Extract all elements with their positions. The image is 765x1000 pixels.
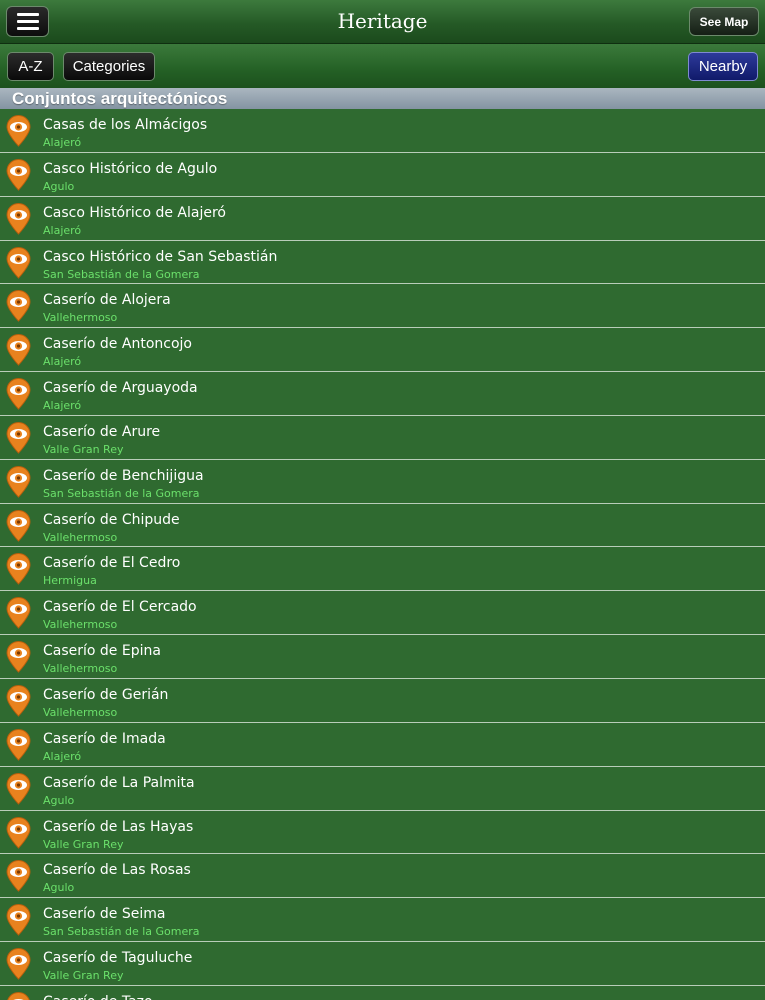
- eye-map-pin-icon: [5, 991, 32, 1000]
- list-item-subtitle: Alajeró: [43, 136, 82, 149]
- list-item-subtitle: San Sebastián de la Gomera: [43, 925, 200, 939]
- section-header: Conjuntos arquitectónicos: [0, 88, 765, 109]
- eye-map-pin-icon: [5, 816, 32, 849]
- list-item-subtitle: Alajeró: [43, 355, 82, 369]
- list-item-subtitle: Valle Gran Rey: [43, 837, 124, 851]
- list-item[interactable]: Caserío de Taguluche Valle Gran Rey: [0, 942, 765, 986]
- list-item-title: Casas de los Almácigos: [43, 117, 208, 133]
- list-item-title: Caserío de Alojera: [43, 292, 171, 309]
- list-item[interactable]: Caserío de Gerián Vallehermoso: [0, 678, 765, 723]
- filter-toolbar: A-Z Categories Nearby: [0, 44, 765, 88]
- list-item[interactable]: Casas de los Almácigos Alajeró: [0, 109, 765, 153]
- list-item-subtitle: Vallehermoso: [43, 530, 118, 544]
- eye-map-pin-icon: [5, 509, 32, 542]
- eye-map-pin-icon: [5, 115, 32, 147]
- list-item[interactable]: Caserío de Antoncojo Alajeró: [0, 328, 765, 373]
- page-title: Heritage: [337, 9, 428, 33]
- eye-map-pin-icon: [5, 728, 32, 761]
- list-item-title: Casco Histórico de San Sebastián: [43, 248, 278, 265]
- list-item-subtitle: Alajeró: [43, 223, 82, 237]
- list-item-subtitle: Alajeró: [43, 399, 82, 413]
- list-item[interactable]: Caserío de Seima San Sebastián de la Gome…: [0, 898, 765, 943]
- list-item[interactable]: Caserío de Las Hayas Valle Gran Rey: [0, 810, 765, 855]
- list-item[interactable]: Casco Histórico de Alajeró Alajeró: [0, 196, 765, 241]
- list-item-title: Caserío de Arguayoda: [43, 380, 198, 397]
- list-item[interactable]: Caserío de Benchijigua San Sebastián de l…: [0, 459, 765, 504]
- eye-map-pin-icon: [5, 772, 32, 805]
- list-item[interactable]: Caserío de Las Rosas Agulo: [0, 854, 765, 899]
- list-item-subtitle: San Sebastián de la Gomera: [43, 267, 200, 281]
- list-item-title: Caserío de Gerián: [43, 686, 169, 703]
- list-item[interactable]: Caserío de El Cercado Vallehermoso: [0, 591, 765, 636]
- list-item-title: Caserío de Imada: [43, 730, 166, 747]
- list-item[interactable]: Caserío de La Palmita Agulo: [0, 766, 765, 811]
- list-item-title: Caserío de Antoncojo: [43, 336, 192, 353]
- list-item-subtitle: Vallehermoso: [43, 662, 118, 676]
- nearby-button[interactable]: Nearby: [688, 52, 758, 81]
- categories-button[interactable]: Categories: [63, 52, 155, 81]
- list-item-subtitle: Valle Gran Rey: [43, 969, 124, 983]
- list-item-title: Caserío de El Cedro: [43, 555, 181, 572]
- list-item-title: Caserío de Las Rosas: [43, 862, 191, 879]
- list-item-subtitle: Vallehermoso: [43, 705, 118, 719]
- list-item-subtitle: San Sebastián de la Gomera: [43, 486, 200, 500]
- list-item[interactable]: Caserío de Epina Vallehermoso: [0, 635, 765, 679]
- list-item-subtitle: Vallehermoso: [43, 311, 118, 325]
- list-item-title: Caserío de Arure: [43, 423, 161, 440]
- see-map-button[interactable]: See Map: [689, 7, 759, 36]
- eye-map-pin-icon: [5, 641, 32, 673]
- eye-map-pin-icon: [5, 246, 32, 279]
- list-item[interactable]: Caserío de Chipude Vallehermoso: [0, 503, 765, 548]
- list-item[interactable]: Caserío de Imada Alajeró: [0, 722, 765, 767]
- heritage-list[interactable]: Casas de los Almácigos Alajeró Casco Histó…: [0, 109, 765, 1000]
- list-item-subtitle: Agulo: [43, 793, 75, 807]
- eye-map-pin-icon: [5, 465, 32, 498]
- list-item-subtitle: Valle Gran Rey: [43, 442, 124, 456]
- list-item[interactable]: Casco Histórico de San Sebastián San Seba…: [0, 240, 765, 285]
- list-item-title: Caserío de Epina: [43, 643, 161, 660]
- list-item-title: Caserío de El Cercado: [43, 599, 197, 616]
- a-z-button[interactable]: A-Z: [7, 52, 54, 81]
- list-item[interactable]: Caserío de Tazo...: [0, 985, 765, 1000]
- list-item-title: Caserío de Benchijigua: [43, 467, 204, 484]
- list-item-subtitle: Agulo: [43, 179, 75, 193]
- list-item-title: Caserío de Taguluche: [43, 950, 193, 967]
- list-item-subtitle: Hermigua: [43, 574, 97, 588]
- list-item-subtitle: Vallehermoso: [43, 618, 118, 632]
- list-item[interactable]: Caserío de El Cedro Hermigua: [0, 547, 765, 592]
- eye-map-pin-icon: [5, 334, 32, 366]
- list-item[interactable]: Caserío de Arguayoda Alajeró: [0, 372, 765, 416]
- eye-map-pin-icon: [5, 860, 32, 893]
- list-item-subtitle: Agulo: [43, 881, 75, 895]
- eye-map-pin-icon: [5, 685, 32, 717]
- eye-map-pin-icon: [5, 904, 32, 936]
- eye-map-pin-icon: [5, 158, 32, 191]
- list-item[interactable]: Caserío de Arure Valle Gran Rey: [0, 415, 765, 460]
- list-item-title: Caserío de Chipude: [43, 511, 180, 528]
- list-item-title: Caserío de Seima: [43, 906, 166, 923]
- list-item-subtitle: Alajeró: [43, 749, 82, 763]
- list-item[interactable]: Casco Histórico de Agulo Agulo: [0, 152, 765, 197]
- navigation-bar: Heritage See Map: [0, 0, 765, 44]
- list-item-title: Caserío de Tazo...: [43, 994, 166, 1000]
- list-item-title: Casco Histórico de Alajeró: [43, 204, 226, 221]
- eye-map-pin-icon: [5, 421, 32, 454]
- eye-map-pin-icon: [5, 553, 32, 586]
- list-item[interactable]: Caserío de Alojera Vallehermoso: [0, 284, 765, 329]
- eye-map-pin-icon: [5, 202, 32, 235]
- eye-map-pin-icon: [5, 378, 32, 410]
- list-item-title: Caserío de Las Hayas: [43, 818, 194, 835]
- eye-map-pin-icon: [5, 948, 32, 980]
- eye-map-pin-icon: [5, 290, 32, 323]
- list-item-title: Casco Histórico de Agulo: [43, 160, 218, 177]
- eye-map-pin-icon: [5, 597, 32, 630]
- list-item-title: Caserío de La Palmita: [43, 774, 195, 791]
